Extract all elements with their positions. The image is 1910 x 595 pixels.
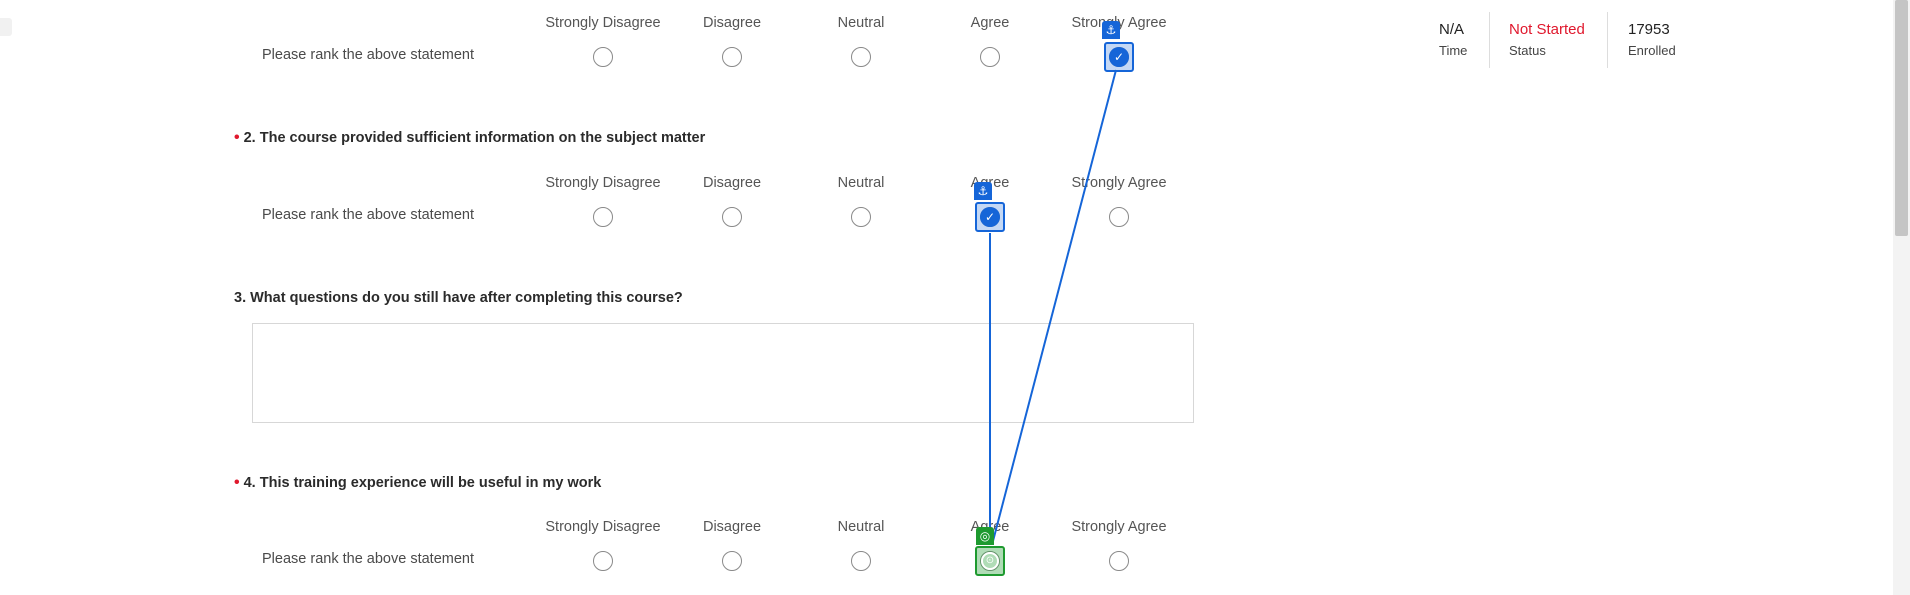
q2-title-text: 2. The course provided sufficient inform… <box>243 130 706 146</box>
check-icon: ✓ <box>1109 47 1129 67</box>
q1-col-disagree: Disagree <box>702 15 762 31</box>
q2-radio-strongly-agree[interactable] <box>1109 207 1129 227</box>
q4-col-strongly-disagree: Strongly Disagree <box>545 519 661 535</box>
q1-radio-strongly-disagree[interactable] <box>593 47 613 67</box>
q1-radio-agree[interactable] <box>980 47 1000 67</box>
q4-col-disagree: Disagree <box>702 519 762 535</box>
q1-radio-neutral[interactable] <box>851 47 871 67</box>
anchor-icon: ⚓ <box>1102 21 1120 39</box>
divider <box>1489 12 1490 68</box>
q2-col-strongly-disagree: Strongly Disagree <box>545 175 661 191</box>
q4-radio-strongly-agree[interactable] <box>1109 551 1129 571</box>
page-scrollbar-thumb[interactable] <box>1895 0 1908 236</box>
target-tag-icon: ◎ <box>976 527 994 545</box>
q4-radio-neutral[interactable] <box>851 551 871 571</box>
connector-line <box>992 69 1117 542</box>
q2-radio-strongly-disagree[interactable] <box>593 207 613 227</box>
q1-col-strongly-disagree: Strongly Disagree <box>545 15 661 31</box>
q4-title-text: 4. This training experience will be usef… <box>243 475 602 491</box>
q2-col-disagree: Disagree <box>702 175 762 191</box>
enrolled-value: 17953 <box>1628 21 1670 38</box>
status-value: Not Started <box>1509 21 1585 38</box>
q2-col-neutral: Neutral <box>837 175 885 191</box>
time-label: Time <box>1439 43 1468 58</box>
anchor-icon: ⚓ <box>974 182 992 200</box>
q1-col-agree: Agree <box>970 15 1010 31</box>
q4-radio-strongly-disagree[interactable] <box>593 551 613 571</box>
required-marker: • <box>234 129 240 146</box>
q1-selected-marker: ✓ <box>1104 42 1134 72</box>
q4-radio-disagree[interactable] <box>722 551 742 571</box>
q2-col-strongly-agree: Strongly Agree <box>1071 175 1167 191</box>
divider <box>1607 12 1608 68</box>
q2-rank-prompt: Please rank the above statement <box>262 207 474 223</box>
q2-selected-marker: ✓ <box>975 202 1005 232</box>
crosshair-icon: ⊙ <box>981 552 999 570</box>
enrolled-label: Enrolled <box>1628 43 1676 58</box>
q1-rank-prompt: Please rank the above statement <box>262 47 474 63</box>
q3-title: 3. What questions do you still have afte… <box>234 290 683 306</box>
status-label: Status <box>1509 43 1546 58</box>
time-value: N/A <box>1439 21 1465 38</box>
q4-target-marker[interactable]: ⊙ <box>975 546 1005 576</box>
q4-rank-prompt: Please rank the above statement <box>262 551 474 567</box>
q2-title: • 2. The course provided sufficient infor… <box>234 129 705 147</box>
check-icon: ✓ <box>980 207 1000 227</box>
q1-col-neutral: Neutral <box>837 15 885 31</box>
q4-col-strongly-agree: Strongly Agree <box>1071 519 1167 535</box>
question-1: Strongly Disagree Disagree Neutral Agree… <box>0 0 1200 80</box>
course-stats-panel: N/A Time Not Started Status 17953 Enroll… <box>1420 0 1720 80</box>
q4-col-neutral: Neutral <box>837 519 885 535</box>
q1-radio-disagree[interactable] <box>722 47 742 67</box>
q3-answer-textarea[interactable] <box>252 323 1194 423</box>
q2-radio-disagree[interactable] <box>722 207 742 227</box>
required-marker: • <box>234 474 240 491</box>
q4-title: • 4. This training experience will be use… <box>234 474 601 492</box>
q2-radio-neutral[interactable] <box>851 207 871 227</box>
